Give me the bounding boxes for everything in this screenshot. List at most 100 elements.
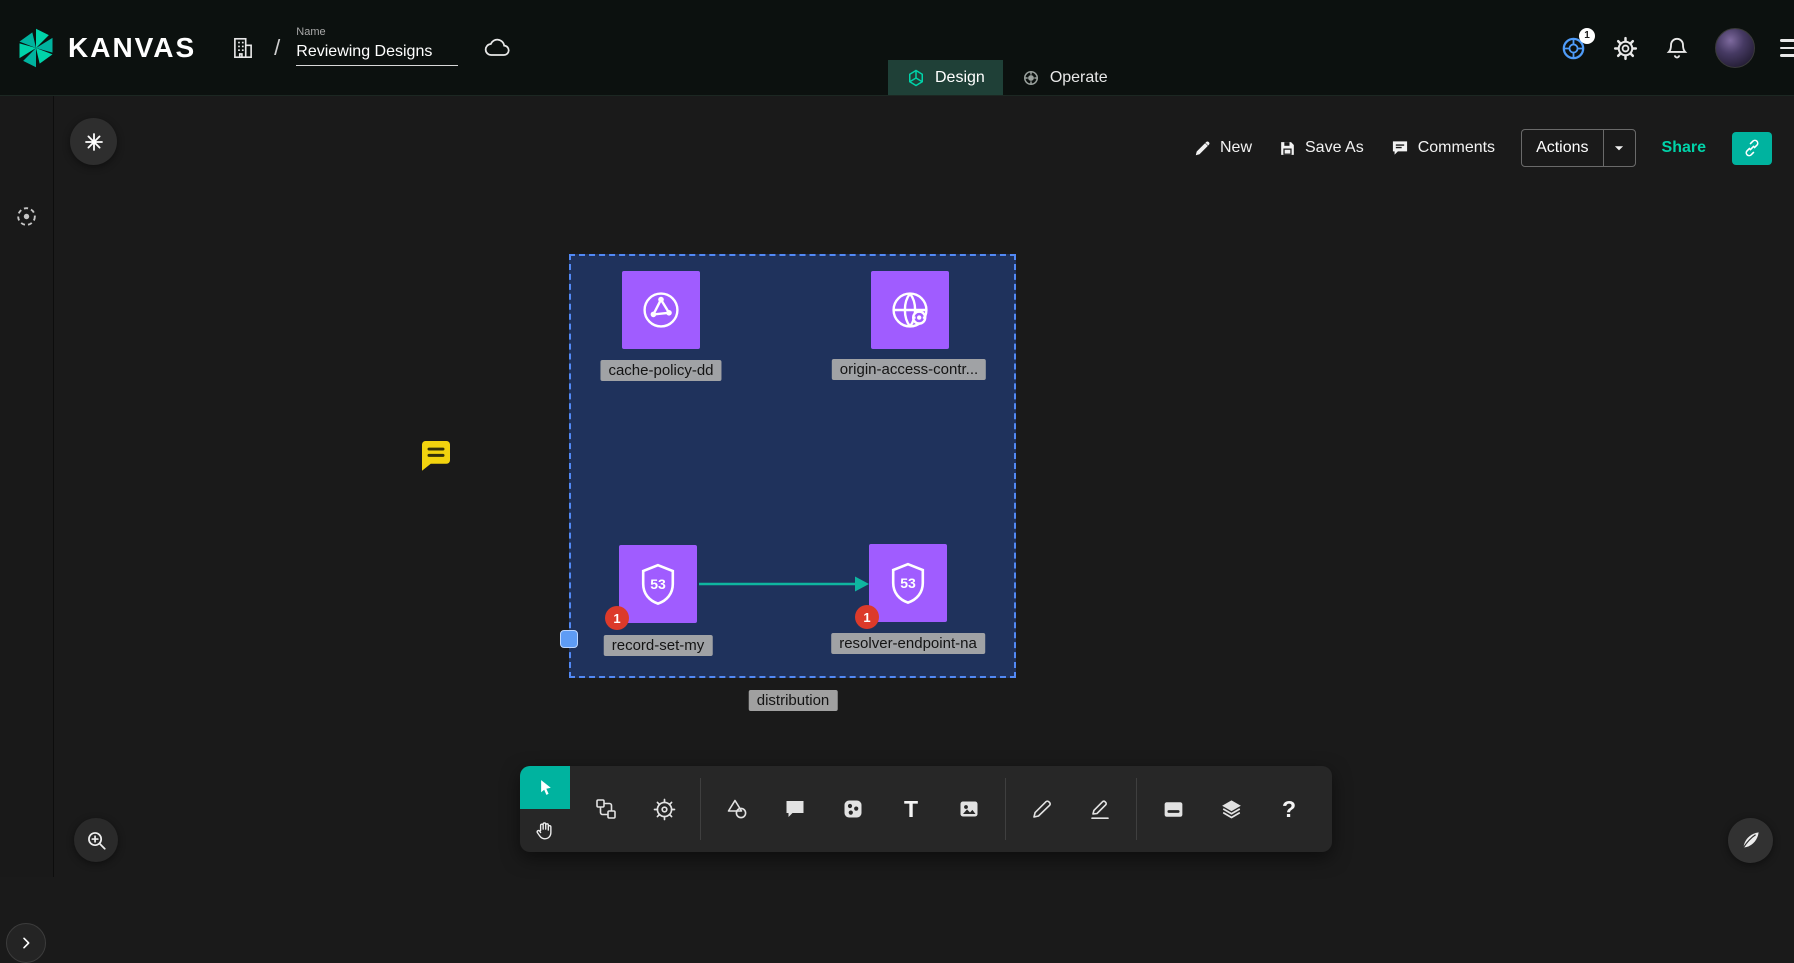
status-badge[interactable]: 1 bbox=[855, 605, 879, 629]
dock-tool-select[interactable] bbox=[520, 766, 570, 809]
top-bar-right: 1 bbox=[1560, 0, 1794, 96]
node-cache-policy[interactable] bbox=[622, 271, 700, 349]
top-bar: KANVAS / Name bbox=[0, 0, 1794, 96]
layers-icon bbox=[1219, 797, 1244, 822]
node-label-resolver-endpoint: resolver-endpoint-na bbox=[831, 633, 985, 654]
archive-drawer-icon bbox=[1161, 797, 1186, 822]
node-origin-access-control[interactable] bbox=[871, 271, 949, 349]
tab-operate-label: Operate bbox=[1050, 69, 1108, 87]
dock-tool-annotate[interactable] bbox=[1071, 766, 1129, 852]
components-icon bbox=[841, 797, 865, 821]
asterisk-icon bbox=[82, 130, 106, 154]
dock-tool-components[interactable] bbox=[824, 766, 882, 852]
settings-gear-icon[interactable] bbox=[1612, 35, 1639, 62]
comments-button-label: Comments bbox=[1418, 139, 1495, 157]
design-tab-icon bbox=[906, 68, 926, 88]
pencil-icon bbox=[1030, 797, 1054, 821]
chevron-down-icon bbox=[1612, 141, 1626, 155]
dock-tool-help[interactable]: ? bbox=[1260, 766, 1318, 852]
comments-icon bbox=[1390, 138, 1410, 158]
dock-tool-import[interactable] bbox=[1144, 766, 1202, 852]
dock-tool-sketch[interactable] bbox=[1013, 766, 1071, 852]
dock-tool-text[interactable]: T bbox=[882, 766, 940, 852]
notification-count-badge: 1 bbox=[1579, 28, 1595, 44]
route53-resolver-icon: 53 bbox=[884, 559, 932, 607]
group-label-distribution: distribution bbox=[749, 690, 838, 711]
pencil-icon bbox=[1193, 139, 1212, 158]
menu-icon[interactable] bbox=[1780, 39, 1794, 57]
notifications-bell-icon[interactable] bbox=[1664, 35, 1690, 61]
actions-button[interactable]: Actions bbox=[1522, 130, 1602, 166]
dock-tool-comment[interactable] bbox=[766, 766, 824, 852]
new-button[interactable]: New bbox=[1193, 139, 1252, 158]
shapes-icon bbox=[725, 797, 749, 821]
design-name-label: Name bbox=[296, 26, 458, 38]
hand-icon bbox=[534, 820, 556, 842]
edge-record-set-to-resolver[interactable] bbox=[697, 572, 873, 596]
logo-text: KANVAS bbox=[68, 32, 196, 64]
dock-group-misc: ? bbox=[1137, 766, 1325, 852]
comment-tool-icon bbox=[783, 797, 807, 821]
dock-tool-relationships[interactable] bbox=[577, 766, 635, 852]
node-resolver-endpoint[interactable]: 53 1 bbox=[869, 544, 947, 622]
design-name-input[interactable] bbox=[296, 41, 458, 66]
breadcrumb-separator: / bbox=[274, 35, 280, 61]
zoom-in-button[interactable] bbox=[74, 818, 118, 862]
dock-tool-helm[interactable] bbox=[635, 766, 693, 852]
cursor-icon bbox=[535, 777, 556, 798]
help-icon: ? bbox=[1282, 796, 1296, 823]
dock-tool-pan[interactable] bbox=[520, 809, 570, 852]
cloudfront-origin-access-icon bbox=[886, 286, 934, 334]
canvas-action-bar: New Save As Comments bbox=[1193, 128, 1772, 168]
pen-line-icon bbox=[1088, 797, 1112, 821]
spinner-icon[interactable] bbox=[14, 204, 39, 234]
comment-pin[interactable] bbox=[415, 434, 457, 481]
helm-wheel-icon bbox=[652, 797, 677, 822]
actions-caret-button[interactable] bbox=[1603, 130, 1635, 166]
support-lifebuoy-icon[interactable]: 1 bbox=[1560, 35, 1587, 62]
comments-button[interactable]: Comments bbox=[1390, 138, 1495, 158]
share-button[interactable]: Share bbox=[1662, 139, 1706, 157]
tab-operate[interactable]: Operate bbox=[1003, 60, 1126, 95]
selection-handle[interactable] bbox=[560, 630, 578, 648]
zoom-in-icon bbox=[85, 829, 108, 852]
link-icon bbox=[1742, 138, 1762, 158]
quick-actions-button[interactable] bbox=[70, 118, 117, 165]
node-label-record-set: record-set-my bbox=[604, 635, 713, 656]
left-sidebar bbox=[0, 96, 54, 877]
copy-link-button[interactable] bbox=[1732, 132, 1772, 165]
dock-group-draw bbox=[1006, 766, 1136, 852]
route53-record-set-icon: 53 bbox=[634, 560, 682, 608]
svg-text:53: 53 bbox=[900, 575, 916, 591]
top-bar-left: KANVAS / Name bbox=[14, 0, 512, 96]
expand-sidebar-button[interactable] bbox=[6, 923, 46, 963]
actions-button-label: Actions bbox=[1536, 139, 1588, 157]
node-label-cache-policy: cache-policy-dd bbox=[600, 360, 721, 381]
actions-dropdown: Actions bbox=[1521, 129, 1635, 167]
save-as-button[interactable]: Save As bbox=[1278, 139, 1364, 158]
dock-pointer-column bbox=[520, 766, 570, 852]
text-tool-icon: T bbox=[904, 796, 918, 823]
user-avatar[interactable] bbox=[1715, 28, 1755, 68]
save-icon bbox=[1278, 139, 1297, 158]
cloudfront-cache-policy-icon bbox=[637, 286, 685, 334]
whiteboard-pen-button[interactable] bbox=[1728, 818, 1773, 863]
app-root: KANVAS / Name bbox=[0, 0, 1794, 877]
new-button-label: New bbox=[1220, 139, 1252, 157]
dock-group-infra bbox=[570, 766, 700, 852]
node-label-origin-access: origin-access-contr... bbox=[832, 359, 986, 380]
dock-tool-layers[interactable] bbox=[1202, 766, 1260, 852]
tab-design-label: Design bbox=[935, 69, 985, 87]
dock-tool-image[interactable] bbox=[940, 766, 998, 852]
organization-building-icon[interactable] bbox=[230, 35, 256, 61]
kanvas-logo-icon bbox=[14, 26, 58, 70]
flow-icon bbox=[594, 797, 618, 821]
dock-tool-shapes[interactable] bbox=[708, 766, 766, 852]
status-badge[interactable]: 1 bbox=[605, 606, 629, 630]
image-icon bbox=[957, 797, 981, 821]
tab-design[interactable]: Design bbox=[888, 60, 1003, 95]
design-name-field: Name bbox=[296, 26, 458, 66]
kanvas-logo[interactable]: KANVAS bbox=[14, 26, 196, 70]
node-record-set[interactable]: 53 1 bbox=[619, 545, 697, 623]
cloud-sync-icon[interactable] bbox=[484, 34, 512, 62]
